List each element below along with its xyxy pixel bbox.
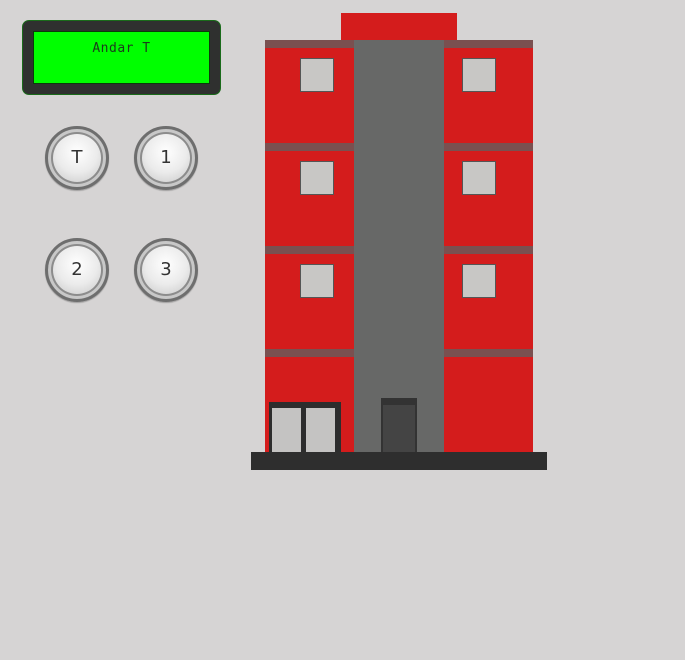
floor-button-2[interactable]: 2 [45, 238, 109, 302]
floor-button-3[interactable]: 3 [134, 238, 198, 302]
ledge-floor-2-right [444, 246, 533, 254]
roof-top [341, 13, 457, 41]
ledge-roof-left [265, 40, 354, 48]
window-floor-1-left [300, 264, 334, 298]
floor-button-1[interactable]: 1 [134, 126, 198, 190]
entrance-door [269, 402, 341, 454]
window-floor-2-right [462, 161, 496, 195]
display-text: Andar T [92, 41, 151, 56]
floor-display: Andar T [22, 20, 221, 95]
window-floor-3-left [300, 58, 334, 92]
elevator-car [381, 398, 417, 454]
ledge-floor-1-right [444, 349, 533, 357]
entrance-door-left-panel [272, 408, 301, 454]
ledge-floor-1-left [265, 349, 354, 357]
ledge-floor-3-right [444, 143, 533, 151]
ledge-floor-3-left [265, 143, 354, 151]
elevator-shaft [354, 40, 444, 454]
floor-button-t[interactable]: T [45, 126, 109, 190]
ledge-roof-right [444, 40, 533, 48]
ground-base [251, 452, 547, 470]
window-floor-2-left [300, 161, 334, 195]
display-screen: Andar T [33, 31, 210, 84]
window-floor-3-right [462, 58, 496, 92]
entrance-door-right-panel [306, 408, 335, 454]
ledge-floor-2-left [265, 246, 354, 254]
window-floor-1-right [462, 264, 496, 298]
